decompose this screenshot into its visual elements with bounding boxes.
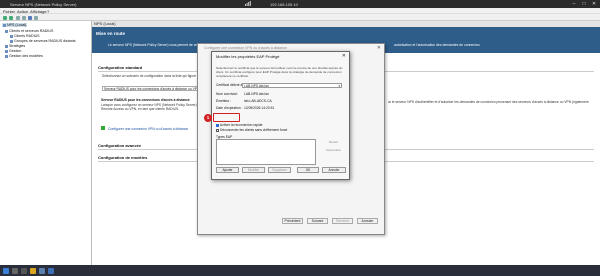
issuer-value: lab-LAB-ADCS-CA bbox=[244, 99, 272, 103]
certificate-select[interactable]: LAB-NPS.lab.lan ▾ bbox=[242, 83, 342, 88]
task-view-icon[interactable] bbox=[21, 267, 27, 274]
tree-label: Gestion des modèles bbox=[9, 54, 43, 58]
help-icon[interactable] bbox=[28, 15, 32, 20]
folder-icon bbox=[5, 54, 8, 58]
chevron-down-icon: ▾ bbox=[338, 84, 340, 88]
add-button[interactable]: Ajouter bbox=[216, 167, 239, 173]
edit-button[interactable]: Modifier bbox=[242, 167, 265, 173]
certificate-value: LAB-NPS.lab.lan bbox=[244, 84, 269, 88]
right-text: ar le serveur NPS d'authentifier et d'au… bbox=[388, 100, 589, 104]
menu-action[interactable]: Action bbox=[17, 9, 28, 14]
menu-fichier[interactable]: Fichier bbox=[3, 9, 15, 14]
taskbar bbox=[0, 265, 600, 276]
banner-text: Le serveur NPS (Network Policy Server) v… bbox=[108, 43, 210, 47]
menu-affichage[interactable]: Affichage bbox=[30, 9, 47, 14]
scenario-select[interactable]: Serveur RADIUS pour les connexions d'acc… bbox=[102, 86, 210, 91]
toolbar bbox=[0, 14, 600, 21]
checkbox-label: Déconnecter les clients sans chiffrement… bbox=[220, 128, 288, 132]
tree-item-templates[interactable]: Gestion des modèles bbox=[5, 54, 43, 58]
expiry-label: Date d'expiration : bbox=[216, 106, 243, 110]
tree-item-policies[interactable]: Stratégies bbox=[5, 44, 25, 48]
step-marker: 1 bbox=[204, 114, 212, 122]
section-advanced[interactable]: Configuration avancée bbox=[98, 143, 141, 148]
view-icon[interactable] bbox=[34, 15, 38, 20]
minimize-button[interactable]: – bbox=[570, 1, 578, 7]
nps-app-icon[interactable] bbox=[48, 267, 54, 274]
wizard-close-icon[interactable]: ✕ bbox=[377, 45, 381, 51]
vpn-description-2: Remote Access ou VPN, en tant que client… bbox=[101, 107, 180, 111]
folder-icon bbox=[5, 29, 8, 33]
rdp-host-address: 192.168.105.10 bbox=[270, 2, 298, 7]
window-title: Serveur NPS (Network Policy Server) bbox=[10, 1, 77, 7]
dialog-close-icon[interactable]: ✕ bbox=[342, 53, 346, 59]
server-manager-icon[interactable] bbox=[39, 267, 45, 274]
tree-label: Groupes de serveurs RADIUS distants bbox=[14, 39, 76, 43]
forward-icon[interactable] bbox=[9, 15, 13, 20]
tree-root-label: NPS (Local) bbox=[7, 23, 27, 27]
tree-item-radius-clients[interactable]: Clients RADIUS bbox=[10, 34, 40, 38]
eap-types-list[interactable] bbox=[216, 139, 316, 165]
tree-label: Gestion bbox=[9, 49, 22, 53]
shield-icon bbox=[101, 126, 105, 130]
ok-button[interactable]: OK bbox=[297, 167, 319, 173]
wizard-cancel-button[interactable]: Annuler bbox=[357, 218, 378, 224]
menu-help[interactable]: ? bbox=[47, 9, 49, 14]
search-icon[interactable] bbox=[12, 267, 18, 274]
tree-item-radius-clients-servers[interactable]: Clients et serveurs RADIUS bbox=[5, 29, 53, 33]
folder-icon bbox=[10, 39, 13, 43]
folder-icon bbox=[5, 44, 8, 48]
section-templates[interactable]: Configuration de modèles bbox=[98, 155, 147, 160]
vpn-heading: Serveur RADIUS pour les connexions d'acc… bbox=[101, 98, 190, 102]
fast-reconnect-checkbox[interactable]: Activer la reconnexion rapide bbox=[216, 123, 263, 127]
banner-title: Mise en route bbox=[96, 31, 126, 36]
section-standard[interactable]: Configuration standard bbox=[98, 65, 142, 70]
standard-hint: Sélectionnez un scénario de configuratio… bbox=[102, 74, 205, 78]
tree-item-management[interactable]: Gestion bbox=[5, 49, 21, 53]
highlight-box bbox=[213, 113, 240, 122]
file-explorer-icon[interactable] bbox=[30, 267, 36, 274]
friendly-name-value: LAB-NPS.lab.lan bbox=[244, 92, 269, 96]
friendly-name-label: Nom convivial : bbox=[216, 92, 239, 96]
wizard-prev-button[interactable]: Précédent bbox=[282, 218, 303, 224]
expiry-value: 12/09/2026 14:20:51 bbox=[244, 106, 275, 110]
dialog-title: Modifier les propriétés EAP Protégé bbox=[216, 54, 280, 59]
wizard-finish-button[interactable]: Terminer bbox=[332, 218, 353, 224]
tree-label: Clients RADIUS bbox=[14, 34, 40, 38]
wizard-next-button[interactable]: Suivant bbox=[307, 218, 328, 224]
configure-vpn-link[interactable]: Configurer une connexion VPN ou d'accès … bbox=[108, 127, 188, 131]
tree-label: Clients et serveurs RADIUS bbox=[9, 29, 54, 33]
close-button[interactable]: ✕ bbox=[590, 1, 598, 7]
properties-icon[interactable] bbox=[22, 15, 26, 20]
disconnect-clients-checkbox[interactable]: Déconnecter les clients sans chiffrement… bbox=[216, 128, 287, 132]
cancel-button[interactable]: Annuler bbox=[322, 167, 346, 173]
tree-root[interactable]: NPS (Local) bbox=[2, 23, 28, 27]
checkbox-checked-icon bbox=[216, 123, 219, 127]
console-tree: NPS (Local) Clients et serveurs RADIUS C… bbox=[0, 21, 92, 265]
remove-button[interactable]: Supprimer bbox=[268, 167, 291, 173]
wizard-title: Configurer une connexion VPN ou d'accès … bbox=[204, 46, 287, 50]
tree-label: Stratégies bbox=[9, 44, 26, 48]
tree-item-remote-groups[interactable]: Groupes de serveurs RADIUS distants bbox=[10, 39, 76, 43]
checkbox-label: Activer la reconnexion rapide bbox=[220, 123, 263, 127]
maximize-button[interactable]: □ bbox=[580, 1, 588, 7]
folder-icon bbox=[5, 49, 8, 53]
back-icon[interactable] bbox=[3, 15, 7, 20]
banner-text-continued: autorisation et l'autorisation des deman… bbox=[394, 43, 481, 47]
cert-label: Certificat délivré à : bbox=[216, 83, 245, 87]
dialog-description: Sélectionnez le certificat que le serveu… bbox=[216, 66, 343, 78]
signal-icon bbox=[245, 1, 251, 6]
folder-icon bbox=[10, 34, 13, 38]
move-up-button[interactable]: Monter bbox=[320, 140, 347, 145]
console-tree-icon[interactable] bbox=[16, 15, 20, 20]
issuer-label: Émetteur : bbox=[216, 99, 232, 103]
window-titlebar: Serveur NPS (Network Policy Server) 192.… bbox=[0, 0, 600, 8]
checkbox-unchecked-icon bbox=[216, 128, 219, 132]
move-down-button[interactable]: Descendre bbox=[320, 148, 347, 153]
start-icon[interactable] bbox=[3, 267, 9, 274]
server-icon bbox=[3, 23, 6, 27]
